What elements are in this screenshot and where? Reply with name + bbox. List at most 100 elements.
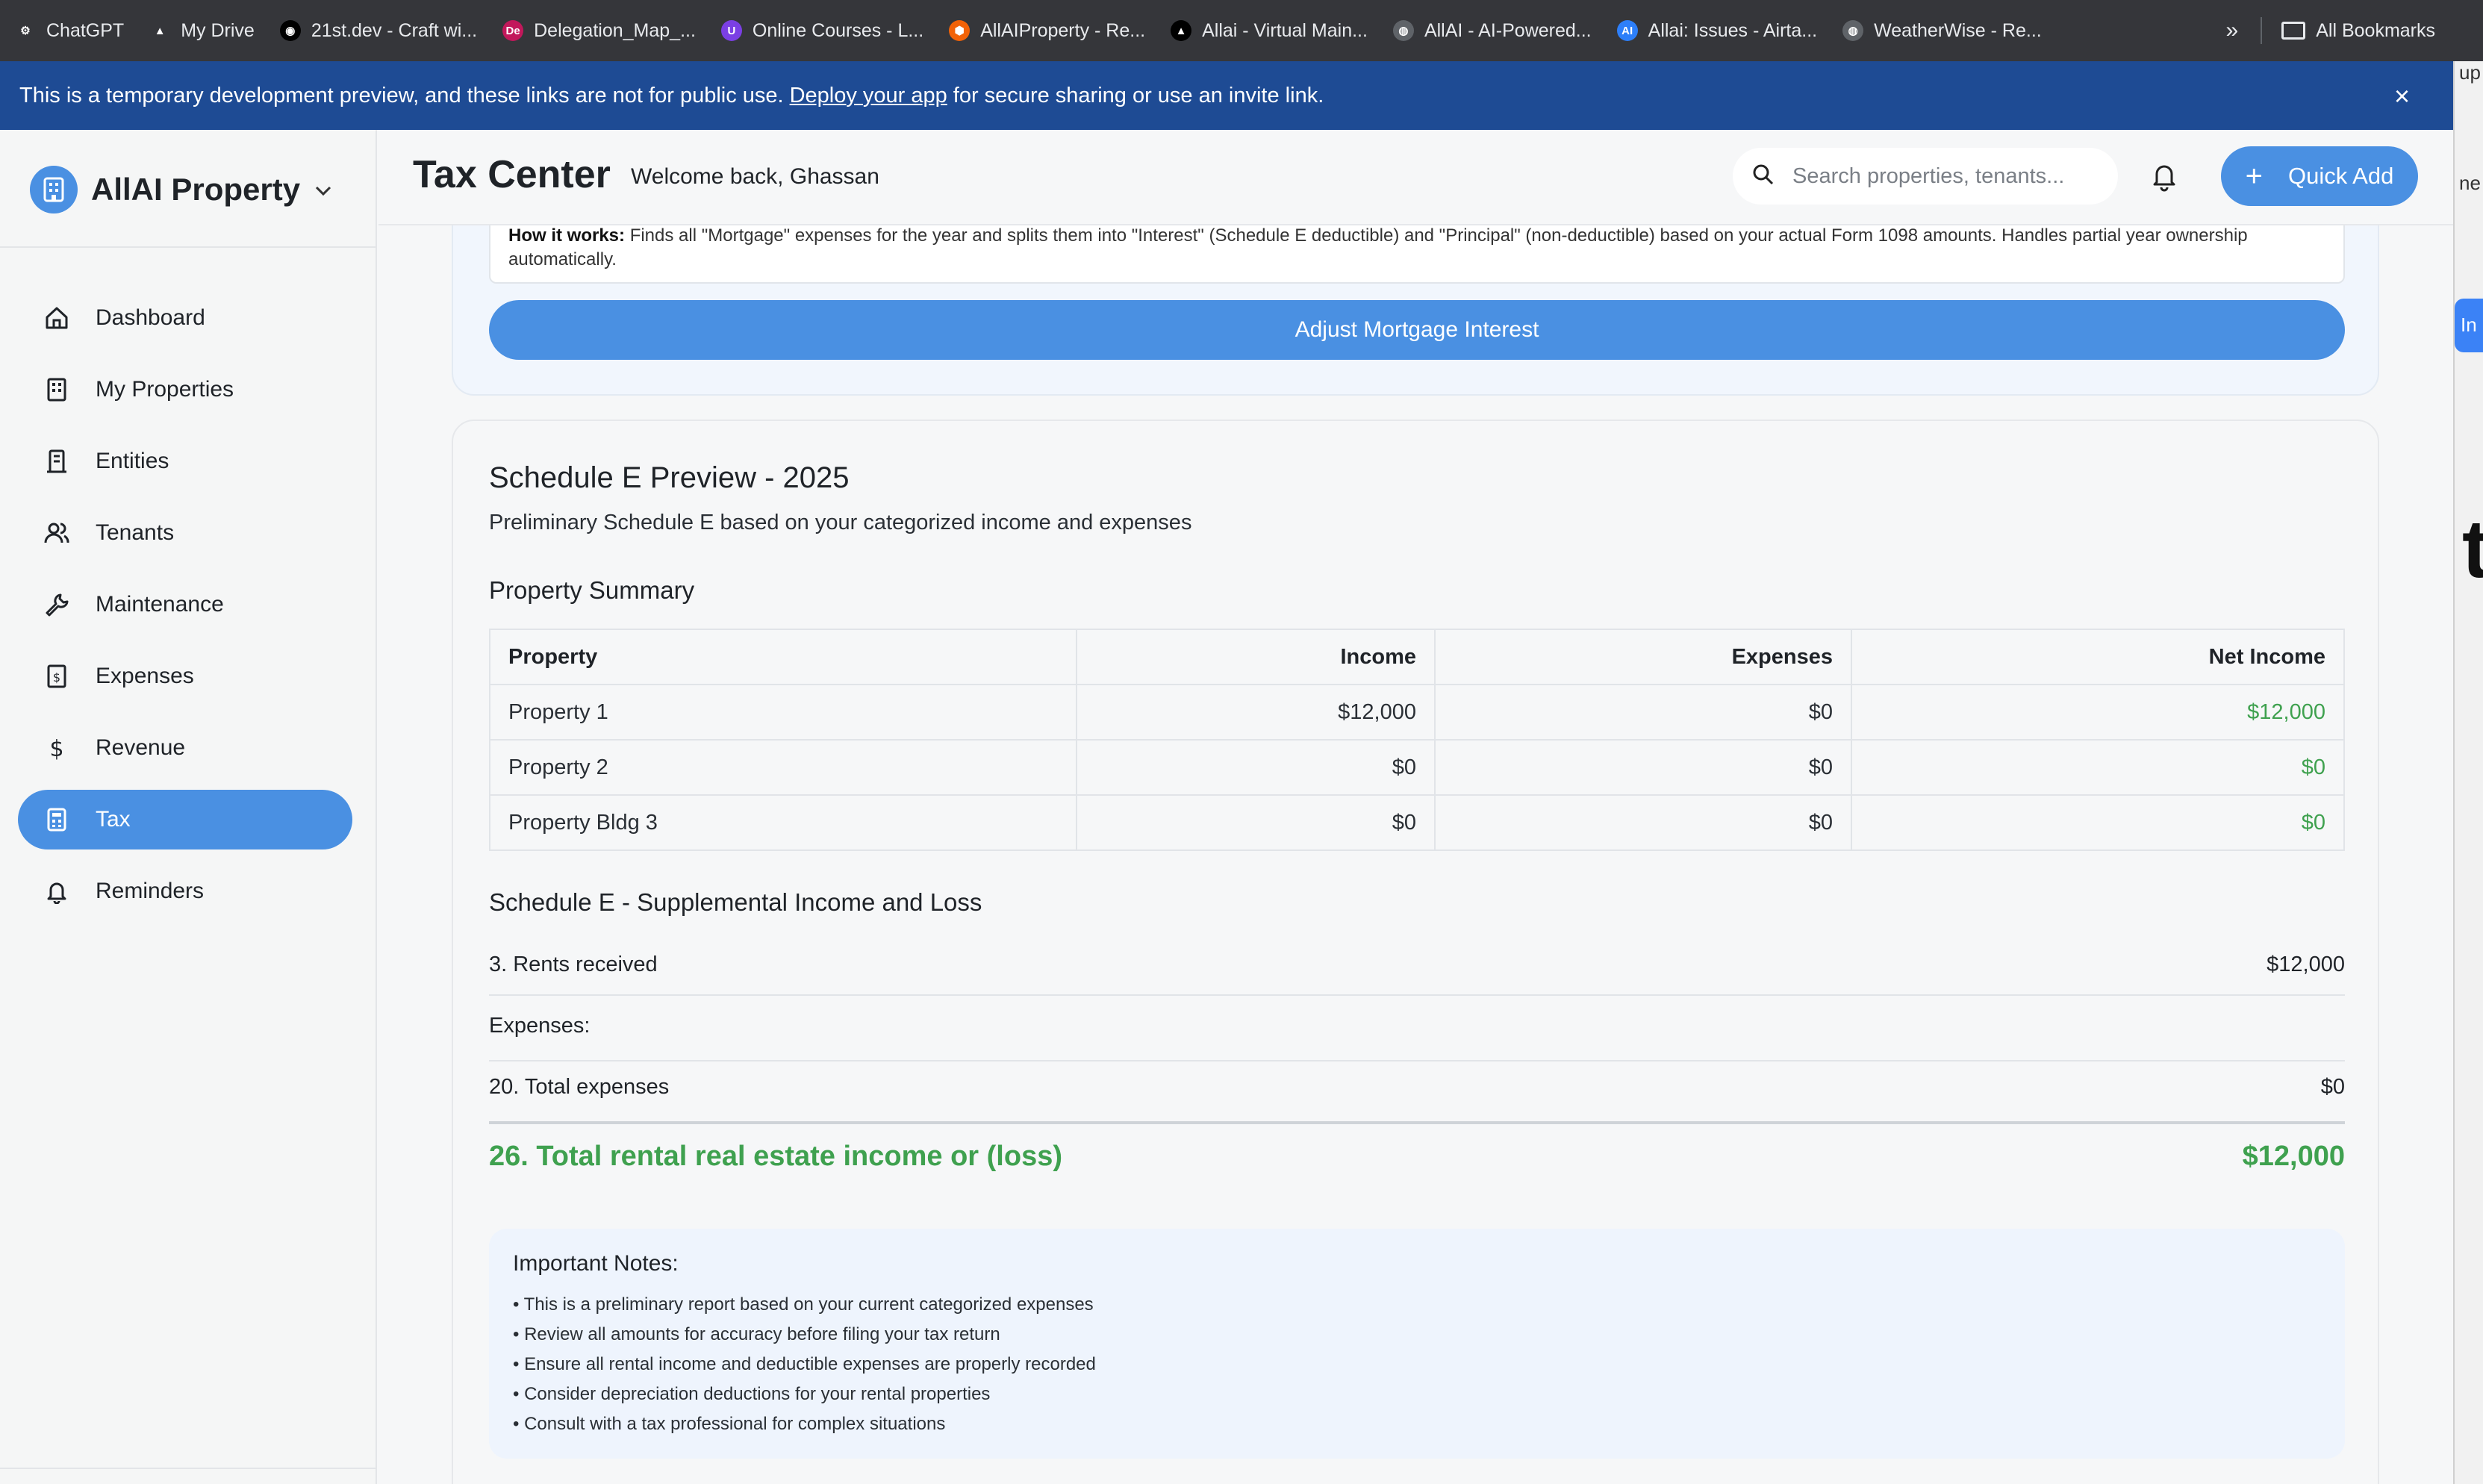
cell-property: Property 2: [489, 739, 1077, 796]
strip-text: ne: [2459, 172, 2481, 194]
sidebar-item-label: Expenses: [96, 664, 194, 688]
welcome-message: Welcome back, Ghassan: [631, 164, 879, 189]
sidebar-divider: [0, 246, 376, 248]
search-input[interactable]: [1792, 163, 2106, 189]
bookmark-item[interactable]: AI Allai: Issues - Airta...: [1616, 19, 1818, 42]
sidebar-item-reminders[interactable]: Reminders: [18, 861, 352, 921]
strip-button: In: [2455, 299, 2483, 352]
sidebar-item-label: Maintenance: [96, 592, 224, 617]
sidebar-item-revenue[interactable]: $ Revenue: [18, 718, 352, 778]
bookmark-item[interactable]: ▲ My Drive: [149, 20, 255, 42]
rents-received-label: 3. Rents received: [489, 953, 658, 976]
total-rental-income-label: 26. Total rental real estate income or (…: [489, 1141, 1062, 1172]
cell-expenses: $0: [1434, 794, 1852, 851]
column-header-net-income: Net Income: [1851, 629, 2345, 685]
bookmark-item[interactable]: U Online Courses - L...: [720, 19, 924, 42]
strip-text: t: [2462, 502, 2483, 596]
all-bookmarks-button[interactable]: All Bookmarks: [2316, 20, 2435, 42]
bell-icon[interactable]: [2148, 160, 2181, 193]
note-item: • Ensure all rental income and deductibl…: [513, 1354, 1096, 1374]
bookmark-item[interactable]: ▲ Allai - Virtual Main...: [1171, 20, 1368, 42]
important-notes-list: • This is a preliminary report based on …: [513, 1290, 2321, 1439]
sidebar-item-label: Dashboard: [96, 305, 205, 330]
bookmark-label: Online Courses - L...: [752, 19, 924, 41]
receipt-icon: $: [42, 661, 72, 691]
sidebar-item-tax[interactable]: Tax: [18, 790, 352, 849]
expenses-label: Expenses:: [489, 1014, 591, 1038]
folder-icon: [2281, 22, 2306, 40]
strip-text: up: [2459, 61, 2481, 84]
cell-property: Property 1: [489, 684, 1077, 741]
total-expenses-label: 20. Total expenses: [489, 1075, 670, 1099]
total-rental-income-row: 26. Total rental real estate income or (…: [489, 1141, 2345, 1173]
bookmarks-overflow-icon[interactable]: »: [2226, 18, 2239, 43]
quick-add-label: Quick Add: [2288, 163, 2394, 189]
banner-text-after: for secure sharing or use an invite link…: [953, 83, 1324, 107]
main-content: How it works: Finds all "Mortgage" expen…: [378, 225, 2453, 1484]
quick-add-button[interactable]: + Quick Add: [2221, 146, 2418, 206]
sidebar-nav: Dashboard My Properties Entities Tenants Mai…: [18, 288, 352, 933]
mortgage-interest-card: How it works: Finds all "Mortgage" expen…: [452, 225, 2379, 396]
sidebar-item-my-properties[interactable]: My Properties: [18, 360, 352, 420]
cell-property: Property Bldg 3: [489, 794, 1077, 851]
adjust-mortgage-interest-button[interactable]: Adjust Mortgage Interest: [489, 300, 2345, 360]
brand-switcher[interactable]: AllAI Property: [30, 166, 331, 213]
sidebar-item-tenants[interactable]: Tenants: [18, 503, 352, 563]
table-header-row: Property Income Expenses Net Income: [489, 629, 2345, 685]
cell-income: $0: [1076, 794, 1436, 851]
bookmark-label: ChatGPT: [46, 19, 125, 41]
bookmark-item[interactable]: ◍ WeatherWise - Re...: [1842, 20, 2042, 42]
sidebar-item-entities[interactable]: Entities: [18, 431, 352, 491]
sidebar-item-label: Revenue: [96, 735, 186, 760]
bookmark-label: AllAI - AI-Powered...: [1424, 19, 1592, 41]
sidebar-item-maintenance[interactable]: Maintenance: [18, 575, 352, 635]
note-item: • Review all amounts for accuracy before…: [513, 1324, 1000, 1344]
bookmark-label: AllAIProperty - Re...: [980, 19, 1146, 41]
bookmark-item[interactable]: ⚙ ChatGPT: [15, 20, 124, 42]
sidebar-item-label: Tenants: [96, 520, 175, 545]
banner-text: This is a temporary development preview,…: [19, 83, 784, 107]
sidebar-item-label: Reminders: [96, 879, 205, 903]
bookmark-label: Allai - Virtual Main...: [1202, 19, 1368, 41]
total-rental-income-value: $12,000: [2242, 1141, 2345, 1172]
brand-name: AllAI Property: [91, 172, 301, 207]
deploy-app-link[interactable]: Deploy your app: [790, 84, 947, 108]
office-building-icon: [42, 446, 72, 476]
rents-received-value: $12,000: [2267, 953, 2345, 976]
bookmark-label: Allai: Issues - Airta...: [1648, 19, 1818, 41]
total-divider: [489, 1121, 2345, 1124]
sidebar-item-expenses[interactable]: $ Expenses: [18, 646, 352, 706]
cell-income: $0: [1076, 739, 1436, 796]
bookmark-item[interactable]: De Delegation_Map_...: [502, 20, 696, 42]
svg-text:$: $: [53, 670, 60, 685]
cell-net: $0: [1851, 794, 2345, 851]
bookmarks-bar: ⚙ ChatGPT ▲ My Drive ◉ 21st.dev - Craft wi...…: [0, 0, 2483, 61]
close-icon[interactable]: ×: [2394, 81, 2410, 112]
schedule-e-card: Schedule E Preview - 2025 Preliminary Sc…: [452, 420, 2379, 1484]
note-item: • Consult with a tax professional for co…: [513, 1414, 946, 1434]
chevron-down-icon: [315, 178, 331, 202]
bookmarks-right: » All Bookmarks: [2226, 0, 2483, 61]
bookmark-label: My Drive: [181, 19, 255, 41]
rents-received-row: 3. Rents received $12,000: [489, 953, 2345, 977]
bookmark-item[interactable]: ◍ AllAI - AI-Powered...: [1392, 19, 1592, 42]
expenses-row: Expenses:: [489, 1014, 2345, 1038]
21st-icon: ◉: [279, 20, 301, 41]
sidebar-item-dashboard[interactable]: Dashboard: [18, 288, 352, 348]
sidebar-item-label: My Properties: [96, 377, 234, 402]
supplemental-heading: Schedule E - Supplemental Income and Los…: [489, 888, 982, 916]
building-icon: [42, 375, 72, 405]
schedule-e-title: Schedule E Preview - 2025: [489, 461, 850, 494]
table-row: Property 1 $12,000 $0 $12,000: [489, 684, 2345, 741]
note-item: • Consider depreciation deductions for y…: [513, 1384, 991, 1404]
table-row: Property Bldg 3 $0 $0 $0: [489, 794, 2345, 851]
svg-text:$: $: [49, 736, 63, 761]
bookmark-item[interactable]: ◉ 21st.dev - Craft wi...: [279, 20, 477, 42]
column-header-property: Property: [489, 629, 1077, 685]
search-box[interactable]: [1733, 148, 2118, 205]
de-icon: De: [502, 20, 524, 41]
cell-net: $0: [1851, 739, 2345, 796]
bookmark-item[interactable]: ⬢ AllAIProperty - Re...: [949, 20, 1145, 42]
important-notes-title: Important Notes:: [513, 1251, 679, 1276]
page-title: Tax Center: [413, 153, 611, 196]
